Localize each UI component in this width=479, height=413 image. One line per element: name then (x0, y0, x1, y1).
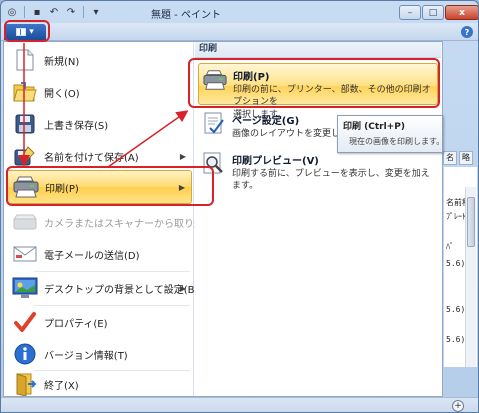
submenu-arrow-icon: ▶ (179, 283, 186, 293)
open-folder-icon (12, 79, 38, 105)
desktop-icon (12, 275, 38, 301)
background-tab: 略 (459, 151, 473, 165)
vertical-scrollbar[interactable] (465, 187, 476, 367)
exit-icon (12, 371, 38, 397)
menu-item-label: 新規(N) (44, 56, 80, 68)
app-menu-button[interactable]: ▾ (4, 24, 46, 40)
menu-item-label: 終了(X) (44, 380, 79, 392)
print-tooltip: 印刷 (Ctrl+P) 現在の画像を印刷します。 (337, 115, 445, 153)
menu-item-set-desktop-background[interactable]: デスクトップの背景として設定(B) ▶ (6, 272, 198, 304)
submenu-item-print-preview[interactable]: 印刷プレビュー(V) 印刷する前に、プレビューを表示し、変更を加えます。 (198, 148, 438, 192)
background-tab: 名 (443, 151, 457, 165)
submenu-item-description: 印刷の前に、プリンター、部数、その他の印刷オプションを (233, 85, 431, 107)
menu-item-scanner: カメラまたはスキャナーから取り込み(M) (6, 206, 230, 238)
background-cell: 5.6) (446, 259, 466, 268)
ribbon-tab-bar: ▾ ? (1, 23, 478, 41)
checkmark-icon (12, 309, 38, 335)
menu-item-send-email[interactable]: 電子メールの送信(D) (6, 238, 192, 270)
printer-icon (203, 70, 227, 90)
paint-icon: ◎ (7, 6, 17, 18)
print-submenu: 印刷 印刷(P) 印刷の前に、プリンター、部数、その他の印刷オプションを 選択し… (195, 42, 441, 396)
close-button[interactable]: x (445, 5, 478, 20)
submenu-arrow-icon: ▶ (178, 182, 185, 192)
app-menu-left-pane: 新規(N) 開く(O) 上書き保存(S) 名前を付けて保存(A) ▶ 印刷(P)… (4, 42, 230, 396)
background-cell: 5.6) (446, 335, 466, 344)
save-icon[interactable]: ▪ (30, 5, 44, 19)
email-icon (12, 241, 38, 267)
menu-item-about[interactable]: バージョン情報(T) (6, 338, 192, 370)
info-icon (12, 341, 38, 367)
page-setup-icon (204, 112, 224, 134)
submenu-item-text: 印刷プレビュー(V) 印刷する前に、プレビューを表示し、変更を加えます。 (232, 152, 438, 192)
scrollbar-thumb[interactable] (467, 197, 475, 247)
title-bar: ◎ ▪ ↶ ↷ ▾ 無題 - ペイント – □ x (1, 1, 478, 23)
print-preview-icon (203, 152, 223, 174)
submenu-item-description: 印刷する前に、プレビューを表示し、変更を加えます。 (232, 169, 430, 191)
app-menu: 新規(N) 開く(O) 上書き保存(S) 名前を付けて保存(A) ▶ 印刷(P)… (3, 41, 443, 397)
menu-item-label: バージョン情報(T) (44, 350, 128, 362)
menu-item-label: プロパティ(E) (44, 318, 108, 330)
submenu-header: 印刷 (195, 42, 441, 58)
menu-item-exit[interactable]: 終了(X) (6, 368, 192, 400)
menu-item-save[interactable]: 上書き保存(S) (6, 108, 192, 140)
new-file-icon (12, 47, 38, 73)
background-cell: ﾊﾟ (446, 242, 454, 251)
help-icon[interactable]: ? (461, 26, 473, 38)
redo-icon[interactable]: ↷ (64, 5, 78, 19)
printer-icon (13, 174, 39, 200)
window-title: 無題 - ペイント (151, 10, 221, 21)
maximize-button[interactable]: □ (422, 5, 444, 20)
menu-item-label: 上書き保存(S) (44, 120, 109, 132)
save-icon (12, 111, 38, 137)
background-tabs: 名 略 (443, 151, 477, 165)
tooltip-title: 印刷 (Ctrl+P) (343, 122, 405, 132)
submenu-item-title: 印刷プレビュー(V) (232, 156, 319, 167)
submenu-item-title: 印刷(P) (233, 72, 270, 83)
background-cell: 5.6) (446, 305, 466, 314)
menu-item-open[interactable]: 開く(O) (6, 76, 192, 108)
separator (24, 6, 25, 18)
submenu-arrow-icon: ▶ (179, 151, 186, 161)
menu-item-properties[interactable]: プロパティ(E) (6, 306, 192, 338)
chevron-down-icon: ▾ (29, 27, 34, 37)
dropdown-icon[interactable]: ▾ (89, 5, 103, 19)
status-bar: + (1, 397, 478, 412)
submenu-item-print[interactable]: 印刷(P) 印刷の前に、プリンター、部数、その他の印刷オプションを 選択します。 (198, 63, 438, 120)
tooltip-body: 現在の画像を印刷します。 (349, 137, 445, 146)
scanner-icon (12, 209, 38, 235)
separator (83, 6, 84, 18)
menu-item-print[interactable]: 印刷(P) ▶ (6, 170, 192, 204)
menu-item-label: 開く(O) (44, 88, 80, 100)
menu-item-new[interactable]: 新規(N) (6, 44, 192, 76)
menu-item-save-as[interactable]: 名前を付けて保存(A) ▶ (6, 140, 192, 172)
window-controls: – □ x (399, 5, 478, 20)
menu-item-label: デスクトップの背景として設定(B) (44, 284, 199, 296)
menu-item-label: 印刷(P) (45, 183, 79, 195)
undo-icon[interactable]: ↶ (47, 5, 61, 19)
save-as-icon (12, 143, 38, 169)
paint-window: ◎ ▪ ↶ ↷ ▾ 無題 - ペイント – □ x ▾ ? 名 略 名前称 ﾌﾟ… (0, 0, 479, 413)
background-cell: ﾌﾟﾚｰﾄ (446, 212, 466, 221)
menu-item-label: 名前を付けて保存(A) (44, 152, 139, 164)
zoom-in-icon[interactable]: + (452, 400, 464, 412)
quick-access-toolbar: ◎ ▪ ↶ ↷ ▾ (5, 4, 103, 20)
menu-item-label: 電子メールの送信(D) (44, 250, 140, 262)
app-menu-icon (16, 28, 27, 36)
minimize-button[interactable]: – (399, 5, 421, 20)
